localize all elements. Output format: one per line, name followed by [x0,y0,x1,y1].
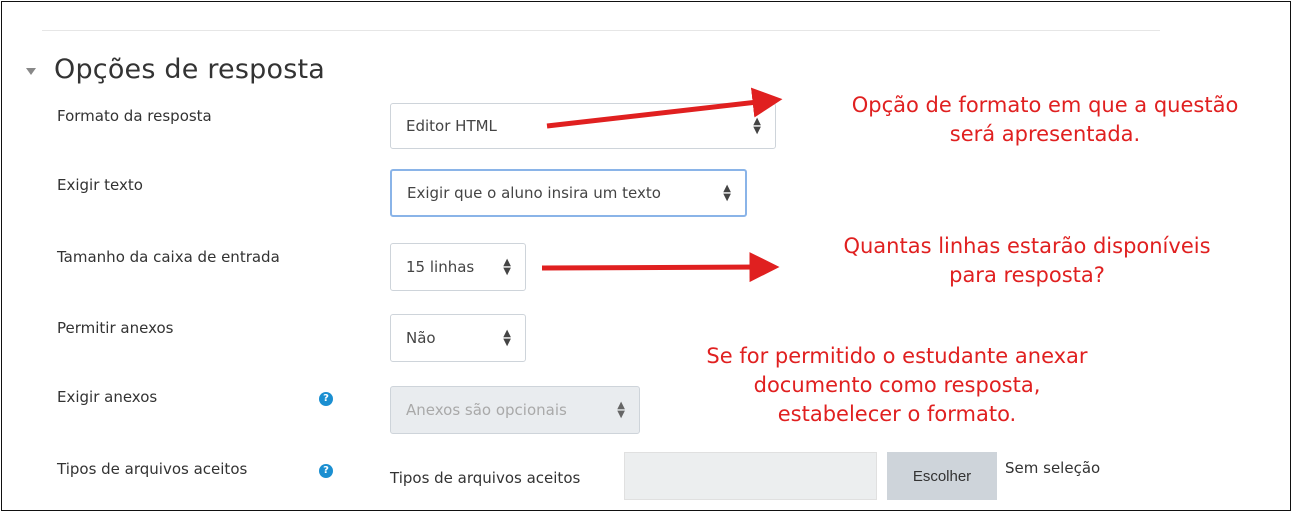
arrow-linhas [541,252,780,283]
screenshot-frame: Opções de resposta Formato da resposta E… [1,1,1291,511]
annotation-arrows [541,87,783,283]
arrow-formato [546,87,783,129]
